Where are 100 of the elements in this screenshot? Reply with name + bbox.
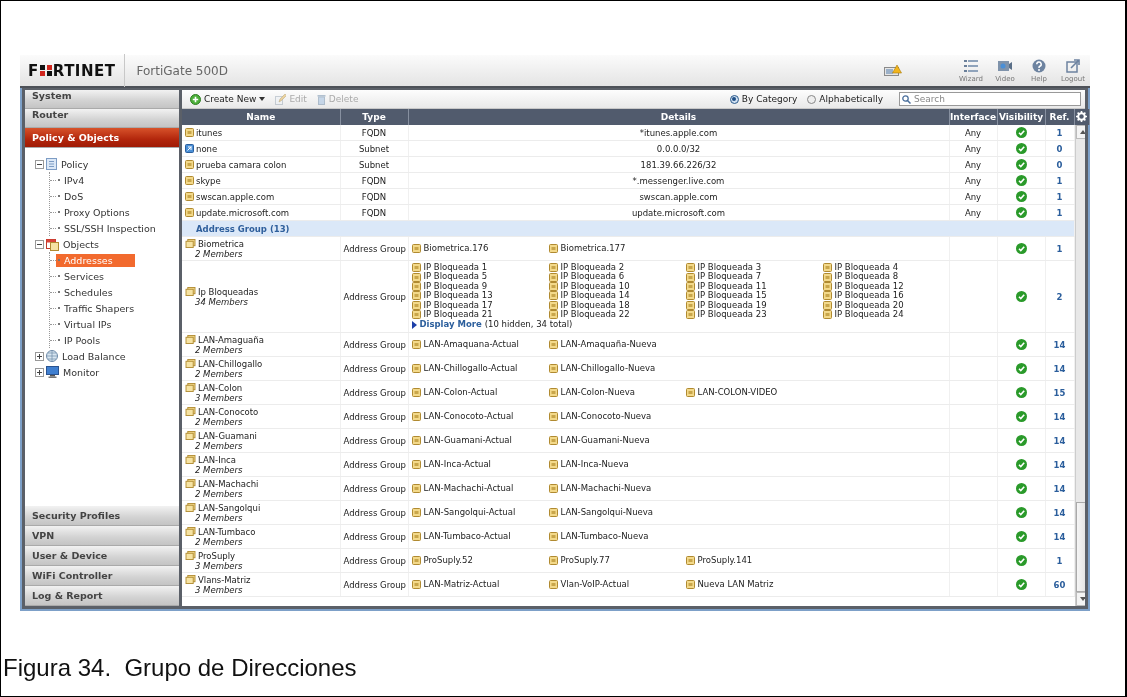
ref-link[interactable]: 1	[1056, 127, 1063, 138]
member-count: 2 Members	[194, 513, 244, 524]
ref-link[interactable]: 0	[1056, 159, 1063, 170]
group-icon	[185, 455, 196, 465]
table-cell: Any	[949, 156, 997, 173]
ref-link[interactable]: 14	[1053, 363, 1066, 374]
sidebar-section[interactable]: Log & Report	[25, 586, 179, 606]
ref-link[interactable]: 0	[1056, 143, 1063, 154]
address-icon	[822, 281, 832, 291]
member-name: IP Bloqueada 23	[697, 309, 767, 320]
sidebar-section[interactable]: Router	[25, 109, 179, 128]
ref-link[interactable]: 14	[1053, 459, 1066, 470]
tree-item[interactable]: IPv4	[56, 173, 88, 187]
group-name[interactable]: LAN-Conocoto	[198, 406, 259, 417]
group-name[interactable]: LAN-Tumbaco	[198, 526, 256, 537]
ref-link[interactable]: 2	[1056, 291, 1063, 302]
sidebar-section[interactable]: User & Device	[25, 546, 179, 566]
address-icon	[411, 300, 421, 310]
member-name: LAN-Inca-Nueva	[560, 460, 629, 470]
display-more-link[interactable]: Display More	[419, 319, 482, 331]
radio-option[interactable]: By Category	[729, 94, 798, 104]
address-icon	[185, 144, 194, 153]
ref-link[interactable]: 60	[1053, 579, 1066, 590]
tree-item[interactable]: SSL/SSH Inspection	[56, 221, 159, 235]
sidebar-section[interactable]: Policy & Objects	[25, 128, 179, 148]
member-name: IP Bloqueada 24	[834, 309, 904, 320]
table-cell: Address Group	[340, 260, 408, 333]
list-icon	[963, 58, 979, 73]
table-cell: update.microsoft.com	[408, 204, 949, 221]
group-name[interactable]: LAN-Machachi	[198, 478, 259, 489]
tree-item[interactable]: Schedules	[56, 285, 116, 299]
ref-link[interactable]: 1	[1056, 191, 1063, 202]
member-name: IP Bloqueada 13	[423, 291, 493, 301]
tree-item[interactable]: Monitor	[61, 366, 100, 378]
member-name: IP Bloqueada 20	[834, 300, 904, 310]
group-name[interactable]: LAN-Guamani	[198, 430, 257, 441]
column-header[interactable]: Visibility	[997, 109, 1045, 125]
sidebar-section[interactable]: VPN	[25, 526, 179, 546]
expand-arrow-icon	[411, 320, 417, 329]
tree-item[interactable]: Services	[56, 269, 108, 283]
address-name[interactable]: itunes	[196, 127, 223, 138]
tree-item[interactable]: DoS	[56, 189, 87, 203]
table-cell: FQDN	[340, 125, 408, 141]
ref-link[interactable]: 1	[1056, 207, 1063, 218]
ref-link[interactable]: 1	[1056, 175, 1063, 186]
member-count: 2 Members	[194, 465, 244, 476]
group-name[interactable]: Biometrica	[198, 238, 244, 249]
tree-item[interactable]: Objects	[61, 238, 99, 250]
column-header[interactable]: Interface	[949, 109, 997, 125]
group-name[interactable]: Vlans-Matriz	[198, 574, 251, 585]
tree-item[interactable]: Traffic Shapers	[56, 301, 138, 315]
member-name: LAN-Conocoto-Actual	[423, 412, 514, 422]
address-name[interactable]: skype	[196, 175, 221, 186]
group-name[interactable]: LAN-Colon	[198, 382, 243, 393]
radio-option[interactable]: Alphabetically	[807, 94, 883, 104]
sidebar-section[interactable]: WiFi Controller	[25, 566, 179, 586]
create-button[interactable]: Create New	[190, 93, 266, 105]
table-cell: Any	[949, 125, 997, 141]
tree-item[interactable]: Proxy Options	[56, 205, 133, 219]
column-header[interactable]: Type	[340, 109, 408, 125]
ref-link[interactable]: 14	[1053, 339, 1066, 350]
group-name[interactable]: LAN-Amaguaña	[198, 334, 264, 345]
address-name[interactable]: prueba camara colon	[196, 159, 287, 170]
ref-link[interactable]: 14	[1053, 531, 1066, 542]
ref-link[interactable]: 1	[1056, 555, 1063, 566]
member-count: 2 Members	[194, 537, 244, 548]
address-icon	[548, 291, 558, 301]
address-name[interactable]: none	[196, 143, 218, 154]
sidebar-section[interactable]: System	[25, 90, 179, 109]
ref-link[interactable]: 14	[1053, 435, 1066, 446]
ref-link[interactable]: 14	[1053, 507, 1066, 518]
address-icon	[548, 272, 558, 282]
group-name[interactable]: LAN-Chillogallo	[198, 358, 263, 369]
member-name: IP Bloqueada 9	[423, 281, 488, 292]
tree-item[interactable]: Load Balance	[60, 350, 126, 362]
table-cell: Address Group	[340, 572, 408, 597]
ref-link[interactable]: 14	[1053, 411, 1066, 422]
group-name[interactable]: LAN-Sangolqui	[198, 502, 261, 513]
column-header[interactable]: Name	[182, 109, 340, 125]
column-header[interactable]: Ref.	[1045, 109, 1074, 125]
address-icon	[822, 310, 832, 320]
search-field[interactable]: Search	[899, 92, 1081, 106]
address-icon	[185, 208, 194, 217]
ref-link[interactable]: 15	[1053, 387, 1066, 398]
table-cell: Any	[949, 204, 997, 221]
product-name: FortiGate 500D	[136, 63, 228, 78]
column-header[interactable]: Details	[408, 109, 949, 125]
scrollbar[interactable]	[1074, 125, 1085, 606]
group-name[interactable]: Ip Bloqueadas	[198, 286, 259, 297]
tree-item[interactable]: Policy	[59, 158, 89, 170]
group-name[interactable]: ProSuply	[198, 550, 236, 561]
address-name[interactable]: update.microsoft.com	[196, 207, 290, 218]
group-name[interactable]: LAN-Inca	[198, 454, 236, 465]
group-icon	[185, 575, 196, 585]
tree-item[interactable]: Virtual IPs	[56, 317, 115, 331]
tree-item[interactable]: IP Pools	[56, 333, 104, 347]
sidebar-section[interactable]: Security Profiles	[25, 506, 179, 526]
ref-link[interactable]: 1	[1056, 243, 1063, 254]
ref-link[interactable]: 14	[1053, 483, 1066, 494]
address-name[interactable]: swscan.apple.com	[196, 191, 275, 202]
